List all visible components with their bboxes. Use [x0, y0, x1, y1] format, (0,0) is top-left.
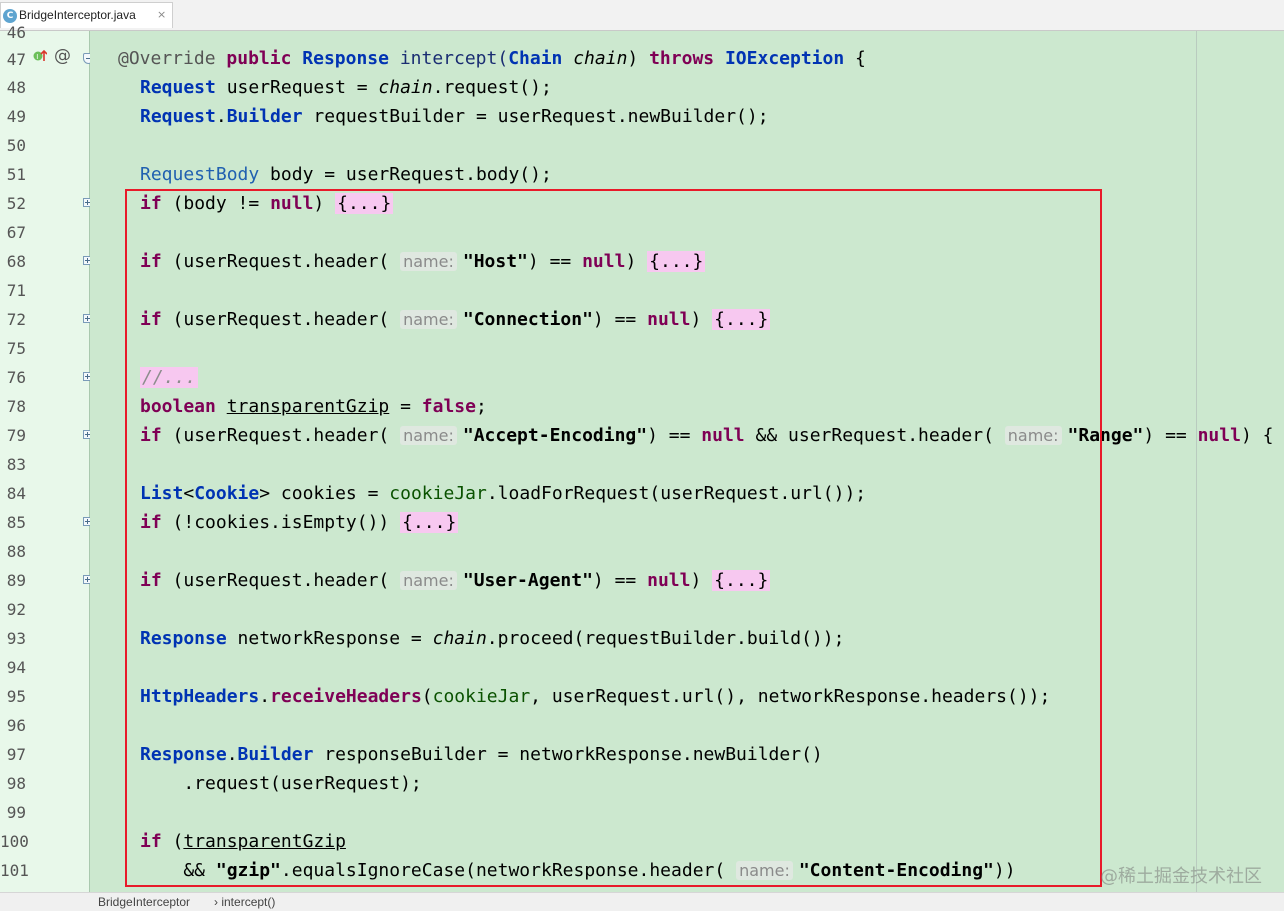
line-number: 72: [6, 310, 26, 329]
line-number: 68: [6, 252, 26, 271]
breadcrumb-method[interactable]: › intercept(): [214, 893, 275, 911]
line-number: 89: [6, 571, 26, 590]
line-number: 97: [6, 745, 26, 764]
line-number: 99: [6, 803, 26, 822]
line-number: 78: [6, 397, 26, 416]
line-number-gutter[interactable]: 46 47 48 49 50 51 52 67 68 71 72 75 76 7…: [0, 23, 94, 892]
editor-tab-bar: C BridgeInterceptor.java ×: [0, 0, 1284, 31]
line-number: 101: [0, 861, 29, 880]
line-number: 48: [6, 78, 26, 97]
watermark: @稀土掘金技术社区: [1100, 866, 1262, 887]
breadcrumb-method-label: intercept(): [221, 895, 276, 909]
line-number: 98: [6, 774, 26, 793]
breadcrumb-class[interactable]: BridgeInterceptor: [98, 893, 190, 911]
breadcrumb-separator-icon: ›: [214, 895, 218, 909]
code-line-47: @Override public Response intercept(Chai…: [118, 48, 866, 69]
line-number: 100: [0, 832, 29, 851]
line-number: 84: [6, 484, 26, 503]
line-number: 71: [6, 281, 26, 300]
line-number: 49: [6, 107, 26, 126]
code-line-48: Request userRequest = chain.request();: [140, 77, 552, 98]
tab-label: BridgeInterceptor.java: [19, 8, 136, 22]
close-tab-icon[interactable]: ×: [157, 8, 166, 21]
right-margin-guide: [1196, 31, 1197, 892]
line-number: 95: [6, 687, 26, 706]
line-number: 88: [6, 542, 26, 561]
line-number: 75: [6, 339, 26, 358]
code-line-49: Request.Builder requestBuilder = userReq…: [140, 106, 769, 127]
line-number: 83: [6, 455, 26, 474]
line-number: 46: [6, 23, 26, 42]
line-number: 52: [6, 194, 26, 213]
line-number: 94: [6, 658, 26, 677]
svg-text:I: I: [36, 53, 38, 61]
breadcrumb: BridgeInterceptor › intercept(): [0, 892, 1284, 911]
line-number: 85: [6, 513, 26, 532]
line-number: 96: [6, 716, 26, 735]
code-line-51: RequestBody body = userRequest.body();: [140, 164, 552, 185]
highlight-box: [125, 189, 1102, 887]
implements-method-icon[interactable]: I: [33, 49, 47, 63]
line-number: 67: [6, 223, 26, 242]
line-number: 79: [6, 426, 26, 445]
line-number: 51: [6, 165, 26, 184]
line-number-current: 50: [6, 136, 26, 155]
line-number: 93: [6, 629, 26, 648]
line-number: 76: [6, 368, 26, 387]
line-number: 47: [6, 50, 26, 69]
annotation-at-icon: @: [54, 46, 71, 66]
line-number: 92: [6, 600, 26, 619]
